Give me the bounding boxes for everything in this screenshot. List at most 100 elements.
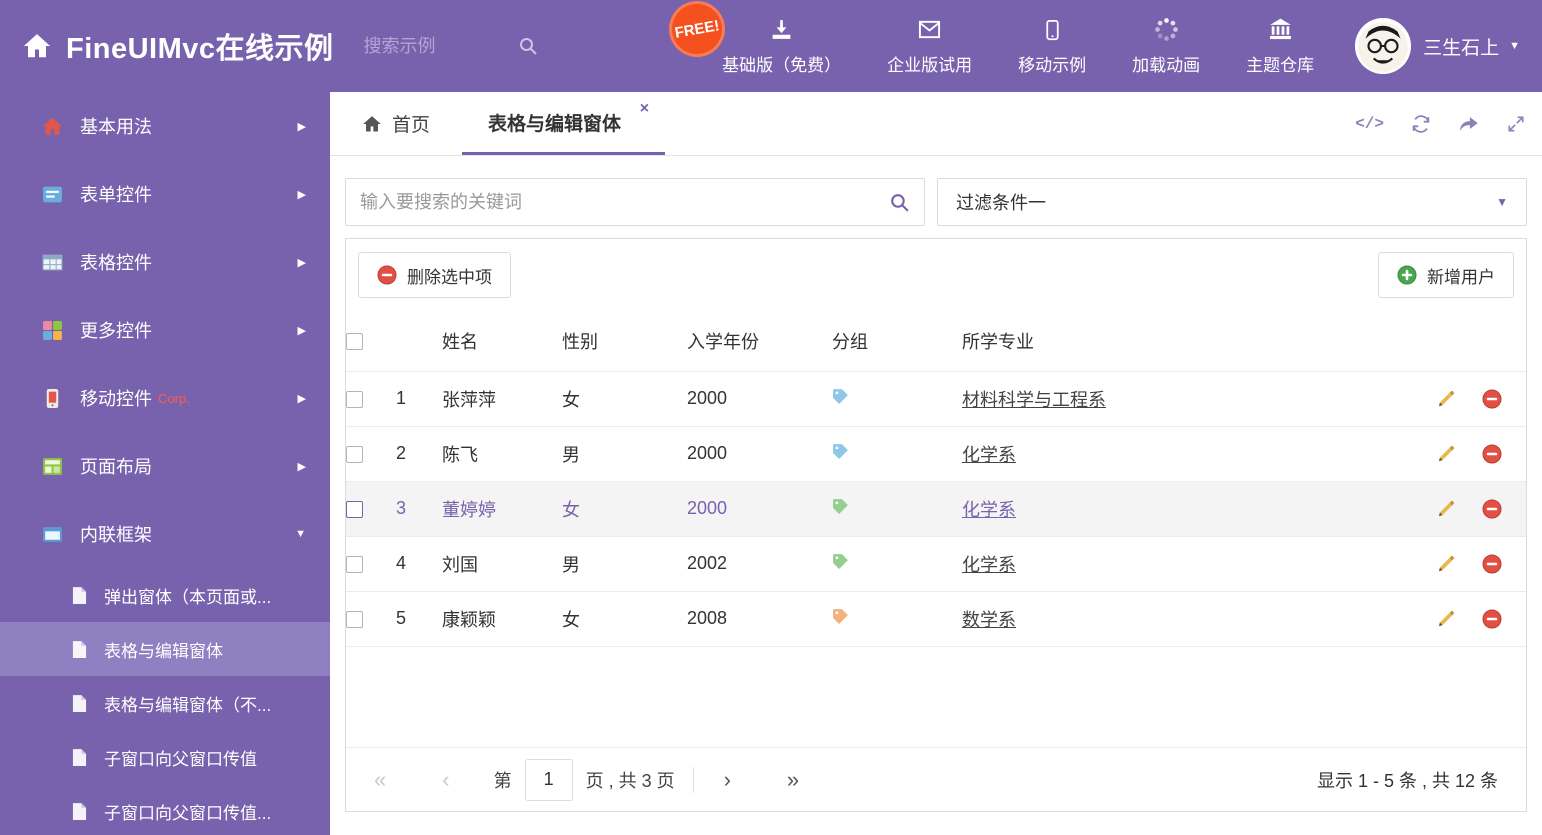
menu-mobile-demo[interactable]: 移动示例: [995, 0, 1109, 92]
pager-first-button[interactable]: «: [374, 767, 386, 793]
row-checkbox[interactable]: [346, 445, 363, 463]
grid-panel: 删除选中项 新增用户 姓名 性别 入学年份 分组 所学专业 1 张萍萍 女 20…: [345, 238, 1527, 812]
row-checkbox[interactable]: [346, 390, 363, 408]
envelope-icon: [916, 17, 943, 43]
col-year[interactable]: 入学年份: [687, 311, 832, 372]
sidebar-item-basic-usage[interactable]: 基本用法 ▶: [0, 92, 330, 160]
major-link[interactable]: 数学系: [962, 610, 1016, 630]
cell-gender: 男: [562, 536, 687, 592]
keyword-search-input[interactable]: [360, 191, 889, 213]
delete-icon[interactable]: [1482, 389, 1502, 409]
edit-icon[interactable]: [1436, 554, 1456, 574]
edit-icon[interactable]: [1436, 389, 1456, 409]
header-search: [363, 35, 538, 57]
tab-home-label: 首页: [392, 115, 431, 136]
sidebar-item-form-controls[interactable]: 表单控件 ▶: [0, 160, 330, 228]
table-row[interactable]: 5 康颖颖 女 2008 数学系: [346, 591, 1526, 647]
frame-icon: [40, 524, 64, 545]
col-group[interactable]: 分组: [832, 311, 962, 372]
chevron-right-icon: ▶: [297, 460, 306, 473]
menu-loading-animation[interactable]: 加载动画: [1109, 0, 1223, 92]
delete-selected-button[interactable]: 删除选中项: [358, 252, 511, 298]
tab-active-label: 表格与编辑窗体: [488, 113, 622, 135]
sidebar-item-more-controls[interactable]: 更多控件 ▶: [0, 296, 330, 364]
menu-enterprise-trial[interactable]: 企业版试用: [864, 0, 995, 92]
major-link[interactable]: 化学系: [962, 445, 1016, 465]
table-row[interactable]: 4 刘国 男 2002 化学系: [346, 536, 1526, 592]
cell-gender: 男: [562, 426, 687, 482]
add-user-button[interactable]: 新增用户: [1378, 252, 1514, 298]
major-link[interactable]: 材料科学与工程系: [962, 390, 1106, 410]
sidebar-subitem-popup-window[interactable]: 弹出窗体（本页面或...: [0, 568, 330, 622]
page-number-input[interactable]: [524, 758, 573, 801]
tab-home[interactable]: 首页: [330, 92, 462, 155]
home-logo-icon[interactable]: [22, 31, 52, 61]
mobile-icon: [40, 388, 64, 409]
delete-icon[interactable]: [1482, 444, 1502, 464]
col-name[interactable]: 姓名: [442, 311, 562, 372]
cell-name: 董婷婷: [442, 481, 562, 537]
tag-icon: [832, 388, 849, 405]
edit-icon[interactable]: [1436, 499, 1456, 519]
table-row-selected[interactable]: 3 董婷婷 女 2000 化学系: [346, 481, 1526, 537]
pager-last-button[interactable]: »: [787, 767, 799, 793]
menu-basic-version[interactable]: FREE! 基础版（免费）: [664, 0, 864, 92]
sidebar-item-grid-controls[interactable]: 表格控件 ▶: [0, 228, 330, 296]
menu-label: 主题仓库: [1246, 55, 1315, 75]
filter-dropdown[interactable]: 过滤条件一 ▼: [937, 178, 1527, 226]
keyword-search: [345, 178, 925, 226]
download-icon: [769, 17, 794, 43]
sidebar-subitem-grid-edit-window[interactable]: 表格与编辑窗体: [0, 622, 330, 676]
row-checkbox[interactable]: [346, 610, 363, 628]
header-menu: FREE! 基础版（免费） 企业版试用 移动示例 加载动画 主题仓库: [664, 0, 1337, 92]
sidebar-item-inline-frame[interactable]: 内联框架 ▼: [0, 500, 330, 568]
sidebar-item-mobile-controls[interactable]: 移动控件 Corp. ▶: [0, 364, 330, 432]
search-icon[interactable]: [518, 36, 538, 56]
select-all-checkbox[interactable]: [346, 333, 363, 350]
col-gender[interactable]: 性别: [562, 311, 687, 372]
row-checkbox[interactable]: [346, 500, 363, 518]
share-icon[interactable]: [1458, 113, 1480, 135]
file-icon: [72, 586, 87, 605]
delete-icon[interactable]: [1482, 609, 1502, 629]
expand-icon[interactable]: [1506, 114, 1526, 134]
tag-icon: [832, 498, 849, 515]
pager-divider: [692, 766, 694, 793]
tab-grid-edit-window[interactable]: 表格与编辑窗体 ×: [462, 92, 666, 155]
delete-icon[interactable]: [1482, 554, 1502, 574]
close-icon[interactable]: ×: [640, 101, 649, 117]
chevron-right-icon: ▶: [297, 392, 306, 405]
col-major[interactable]: 所学专业: [962, 311, 1414, 372]
pager-prev-button[interactable]: ‹: [442, 767, 449, 793]
menu-theme-repo[interactable]: 主题仓库: [1223, 0, 1337, 92]
cell-gender: 女: [562, 481, 687, 537]
cell-year: 2000: [687, 481, 832, 537]
delete-icon[interactable]: [1482, 499, 1502, 519]
pager-next-button[interactable]: ›: [724, 767, 731, 793]
sidebar-item-page-layout[interactable]: 页面布局 ▶: [0, 432, 330, 500]
user-menu[interactable]: 三生石上 ▼: [1355, 18, 1520, 74]
header-search-input[interactable]: [363, 35, 514, 57]
major-link[interactable]: 化学系: [962, 500, 1016, 520]
tag-icon: [832, 608, 849, 625]
table-row[interactable]: 2 陈飞 男 2000 化学系: [346, 426, 1526, 482]
pagination-bar: « ‹ 第 页 , 共 3 页 › » 显示 1 - 5 条 , 共 12 条: [346, 747, 1526, 811]
major-link[interactable]: 化学系: [962, 555, 1016, 575]
edit-icon[interactable]: [1436, 444, 1456, 464]
filter-dropdown-value: 过滤条件一: [956, 193, 1046, 213]
source-code-icon[interactable]: </>: [1355, 115, 1384, 133]
form-icon: [40, 184, 64, 205]
sidebar-subitem-grid-edit-window-2[interactable]: 表格与编辑窗体（不...: [0, 676, 330, 730]
menu-label: 基础版（免费）: [722, 55, 842, 75]
table-row[interactable]: 1 张萍萍 女 2000 材料科学与工程系: [346, 371, 1526, 427]
home-icon: [40, 116, 64, 137]
cell-name: 康颖颖: [442, 591, 562, 647]
sidebar-subitem-child-to-parent[interactable]: 子窗口向父窗口传值: [0, 730, 330, 784]
edit-icon[interactable]: [1436, 609, 1456, 629]
refresh-icon[interactable]: [1410, 113, 1432, 135]
sidebar-subitem-child-to-parent-2[interactable]: 子窗口向父窗口传值...: [0, 784, 330, 835]
row-index: 3: [396, 481, 442, 537]
free-badge: FREE!: [664, 0, 730, 62]
row-checkbox[interactable]: [346, 555, 363, 573]
search-icon[interactable]: [889, 192, 910, 213]
